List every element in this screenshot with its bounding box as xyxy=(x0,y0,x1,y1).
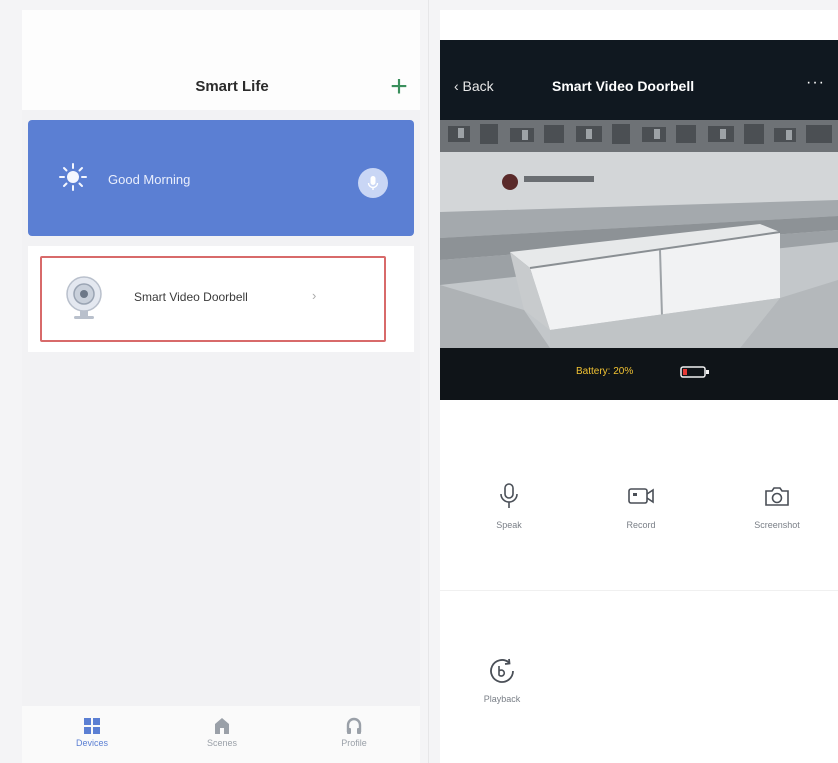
record-label: Record xyxy=(626,520,656,530)
control-buttons: Speak Record Screenshot xyxy=(440,460,838,580)
nav-profile[interactable]: Profile xyxy=(314,716,394,748)
screenshot-label: Screenshot xyxy=(754,520,800,530)
nav-scenes[interactable]: Scenes xyxy=(182,716,262,748)
battery-status-bar: Battery: 20% xyxy=(440,348,838,400)
playback-icon xyxy=(462,656,542,686)
camera-device-icon xyxy=(62,274,106,322)
greeting-banner: Good Morning xyxy=(28,120,414,236)
more-options-button[interactable]: ··· xyxy=(806,74,825,92)
record-button[interactable]: Record xyxy=(586,482,696,530)
back-button[interactable]: ‹ Back xyxy=(454,78,494,94)
section-divider xyxy=(440,590,838,591)
playback-button[interactable]: Playback xyxy=(462,656,542,704)
live-video-feed[interactable] xyxy=(440,120,838,348)
microphone-icon xyxy=(454,482,564,510)
device-list: Smart Video Doorbell › xyxy=(28,246,414,352)
microphone-icon xyxy=(358,175,388,191)
battery-text: Battery: 20% xyxy=(576,366,634,377)
device-name: Smart Video Doorbell xyxy=(134,290,248,304)
chevron-right-icon: › xyxy=(312,288,317,303)
camera-icon xyxy=(722,482,832,510)
profile-icon xyxy=(314,716,394,736)
speak-button[interactable]: Speak xyxy=(454,482,564,530)
nav-profile-label: Profile xyxy=(341,738,367,748)
sun-icon xyxy=(58,162,88,192)
nav-devices[interactable]: Devices xyxy=(52,716,132,748)
device-header: ‹ Back Smart Video Doorbell ··· xyxy=(440,40,838,120)
smart-life-home-screen: Smart Life + Good Morning Smart Video Do… xyxy=(22,10,420,763)
screen-divider xyxy=(428,0,429,763)
screenshot-button[interactable]: Screenshot xyxy=(722,482,832,530)
devices-grid-icon xyxy=(52,716,132,736)
voice-button[interactable] xyxy=(358,168,388,198)
playback-label: Playback xyxy=(483,694,521,704)
video-record-icon xyxy=(586,482,696,510)
bottom-navigation: Devices Scenes Profile xyxy=(22,706,420,763)
speak-label: Speak xyxy=(496,520,522,530)
nav-scenes-label: Scenes xyxy=(206,738,238,748)
scenes-icon xyxy=(182,716,262,736)
nav-devices-label: Devices xyxy=(75,738,108,748)
device-title: Smart Video Doorbell xyxy=(552,78,695,94)
battery-low-icon xyxy=(680,365,710,379)
add-device-button[interactable]: + xyxy=(386,72,412,102)
app-title: Smart Life xyxy=(195,78,269,95)
doorbell-live-screen: ‹ Back Smart Video Doorbell ··· Battery:… xyxy=(440,10,838,763)
home-header xyxy=(22,10,420,110)
greeting-text: Good Morning xyxy=(108,172,191,187)
device-item-doorbell[interactable]: Smart Video Doorbell › xyxy=(40,256,386,342)
